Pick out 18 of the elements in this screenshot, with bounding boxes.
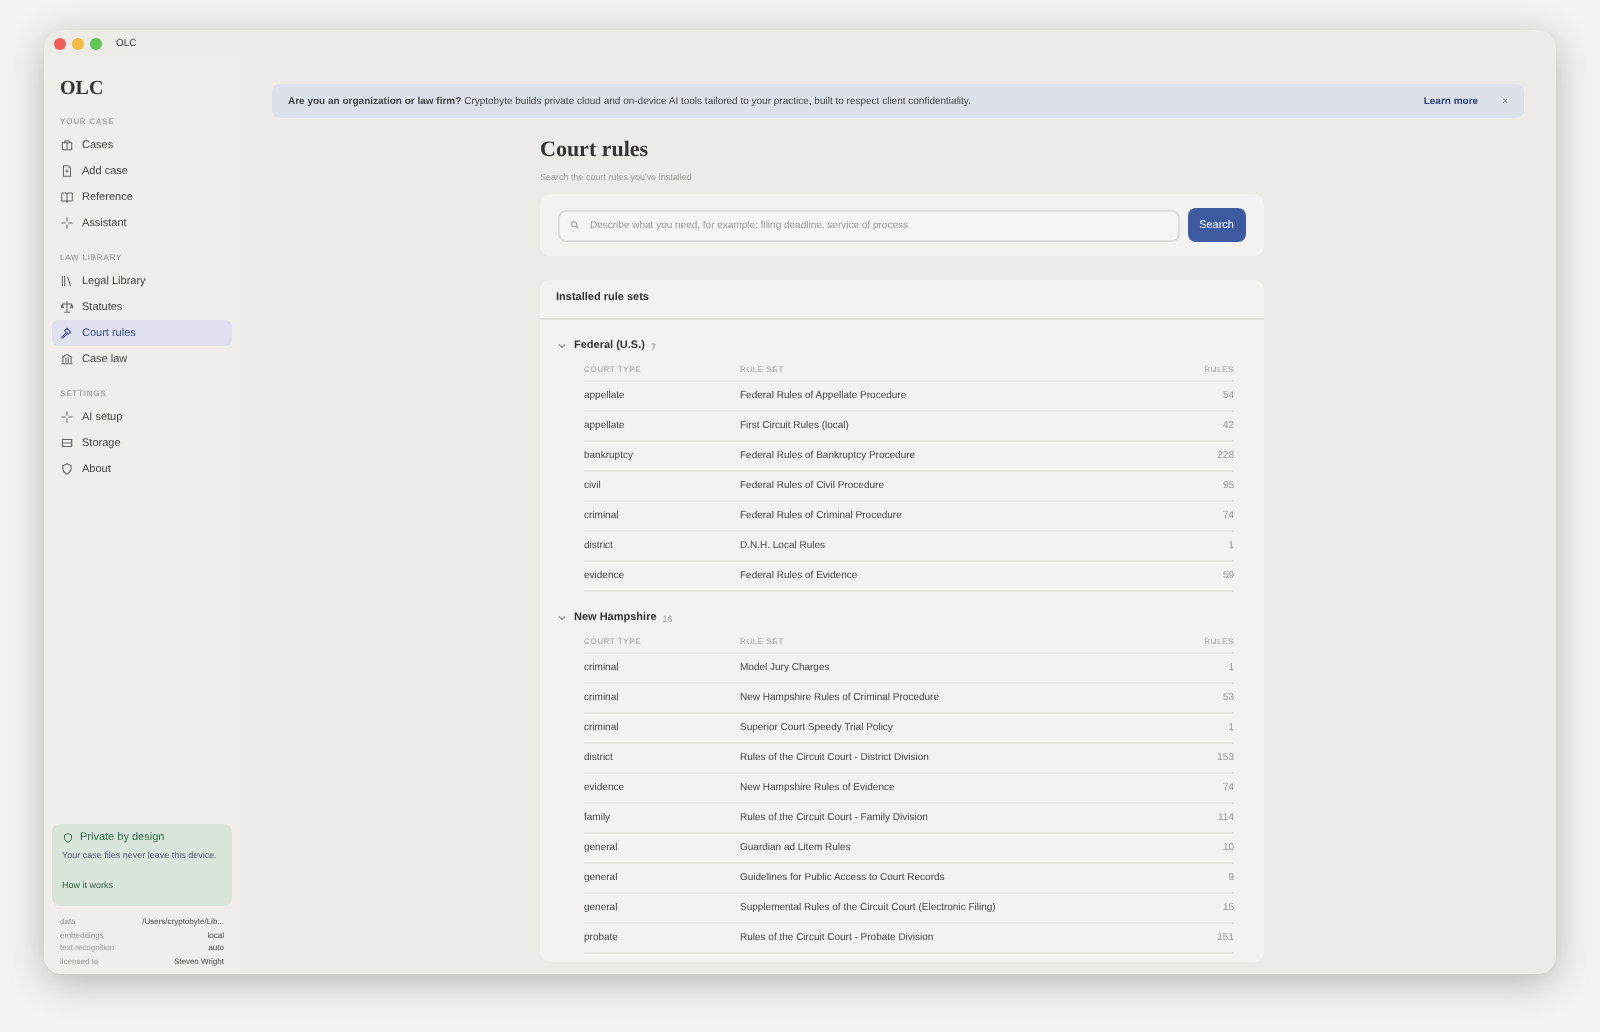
- storage-icon: [60, 436, 74, 450]
- brand-logo: OLC: [58, 76, 106, 104]
- chevron-icon: [556, 340, 568, 352]
- books-icon: [60, 274, 74, 288]
- shield-icon: [60, 462, 74, 476]
- briefcase-icon: [60, 138, 74, 152]
- minimize-window-button[interactable]: [72, 38, 84, 50]
- close-window-button[interactable]: [54, 38, 66, 50]
- document-icon: [60, 164, 74, 178]
- search-icon: [570, 219, 580, 229]
- chevron-icon: [556, 612, 568, 624]
- building-icon: [60, 352, 74, 366]
- scales-icon: [60, 300, 74, 314]
- gavel-icon: [60, 326, 74, 340]
- page-title: Court rules: [540, 138, 651, 162]
- zoom-window-button[interactable]: [90, 38, 102, 50]
- book-icon: [60, 190, 74, 204]
- shield-icon: [62, 831, 74, 844]
